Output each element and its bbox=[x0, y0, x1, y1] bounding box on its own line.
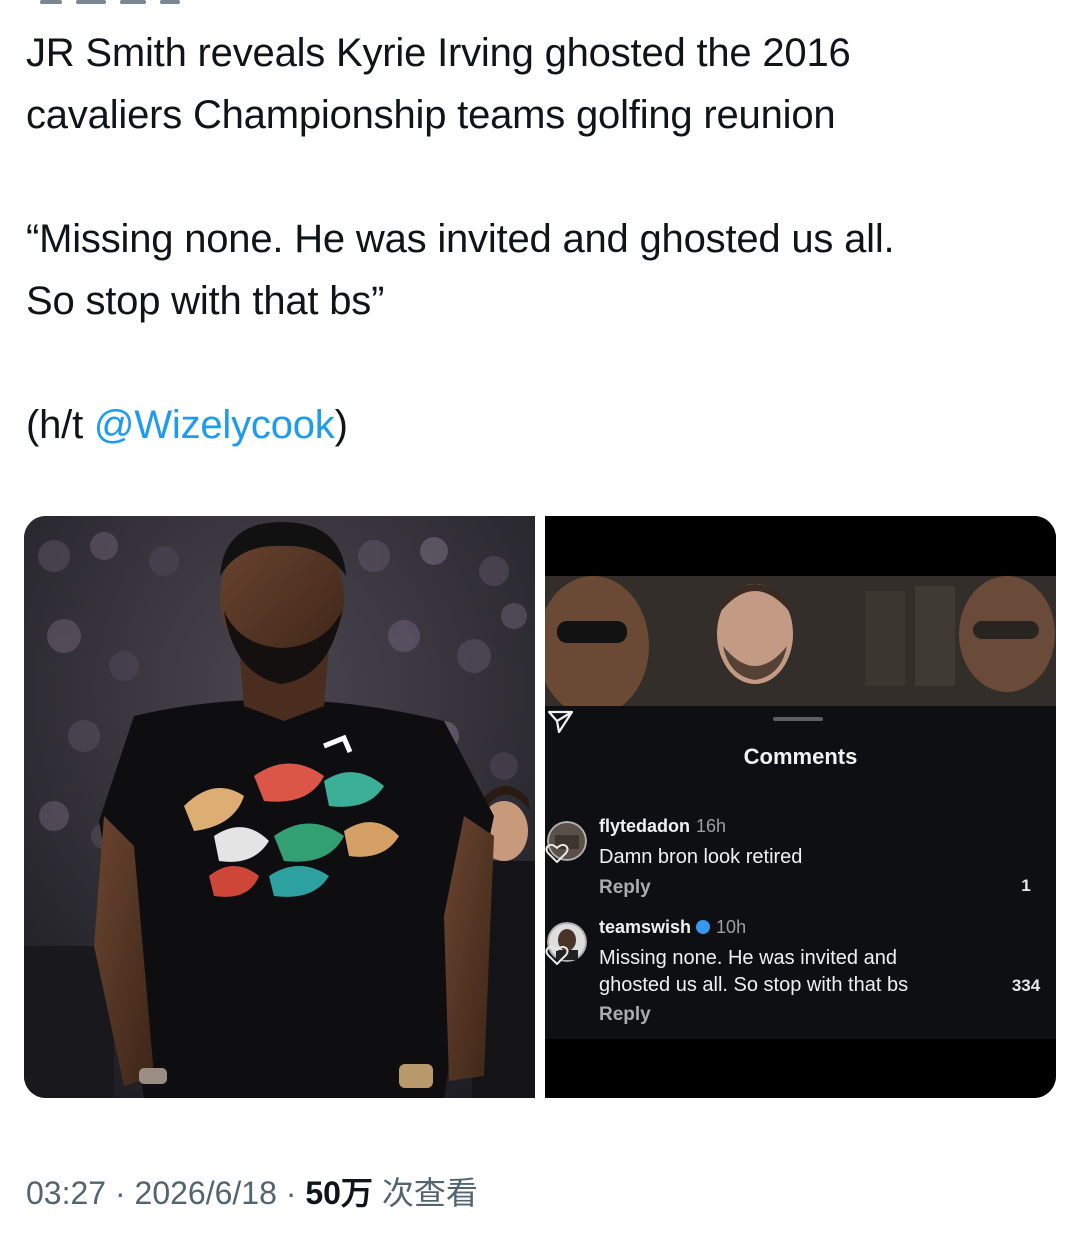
sheet-drag-handle[interactable] bbox=[773, 717, 823, 721]
username-text[interactable]: flytedadon bbox=[599, 816, 690, 836]
comment-text-line-2: ghosted us all. So stop with that bs bbox=[599, 974, 909, 996]
comments-title: Comments bbox=[743, 744, 858, 769]
hat-tip-suffix: ) bbox=[334, 403, 348, 447]
cropped-author-line bbox=[40, 0, 210, 6]
player-photo-illustration bbox=[24, 516, 535, 1098]
instagram-comments-sheet: Comments flytedadon 16h Damn bron look re… bbox=[545, 706, 1056, 1039]
hat-tip-prefix: (h/t bbox=[26, 403, 94, 447]
top-strip bbox=[0, 0, 1080, 10]
headline-line-2: cavaliers Championship teams golfing reu… bbox=[26, 93, 836, 137]
quote-line-2: So stop with that bs” bbox=[26, 279, 385, 323]
hat-tip: (h/t @Wizelycook) bbox=[26, 394, 1066, 456]
view-count[interactable]: 50万 bbox=[305, 1175, 373, 1211]
username-text[interactable]: teamswish bbox=[599, 917, 691, 937]
meta-separator: · bbox=[106, 1175, 135, 1211]
tweet-text: JR Smith reveals Kyrie Irving ghosted th… bbox=[26, 22, 1066, 456]
media-grid: Comments flytedadon 16h Damn bron look re… bbox=[24, 516, 1056, 1098]
like-count: 334 bbox=[1011, 976, 1041, 995]
comment-time: 16h bbox=[696, 816, 727, 836]
reply-button[interactable]: Reply bbox=[599, 1004, 651, 1026]
verified-badge-icon bbox=[696, 920, 711, 935]
meta-separator: · bbox=[276, 1175, 306, 1211]
mention-link[interactable]: @Wizelycook bbox=[94, 403, 335, 447]
quote-line-1: “Missing none. He was invited and ghoste… bbox=[26, 217, 895, 261]
send-icon[interactable] bbox=[545, 706, 575, 736]
player-photo[interactable] bbox=[24, 516, 535, 1098]
tweet-date[interactable]: 2026/6/18 bbox=[135, 1175, 277, 1211]
comment-text-line-1: Missing none. He was invited and bbox=[599, 947, 897, 969]
view-label: 次查看 bbox=[372, 1175, 478, 1211]
tweet-time[interactable]: 03:27 bbox=[26, 1175, 106, 1211]
tweet-meta: 03:27 · 2026/6/18 · 50万 次查看 bbox=[26, 1168, 1066, 1214]
comment-text: Damn bron look retired bbox=[599, 846, 803, 868]
comment-time: 10h bbox=[716, 917, 747, 937]
heart-icon[interactable] bbox=[545, 944, 569, 966]
comment-text: Missing none. He was invited and ghosted… bbox=[599, 945, 979, 999]
comment-username[interactable]: flytedadon 16h bbox=[599, 816, 726, 837]
instagram-screenshot[interactable]: Comments flytedadon 16h Damn bron look re… bbox=[545, 516, 1056, 1098]
reply-button[interactable]: Reply bbox=[599, 877, 651, 899]
headline-line-1: JR Smith reveals Kyrie Irving ghosted th… bbox=[26, 31, 851, 75]
like-count: 1 bbox=[1021, 876, 1031, 895]
comment-username[interactable]: teamswish 10h bbox=[599, 917, 746, 938]
heart-icon[interactable] bbox=[545, 842, 569, 864]
